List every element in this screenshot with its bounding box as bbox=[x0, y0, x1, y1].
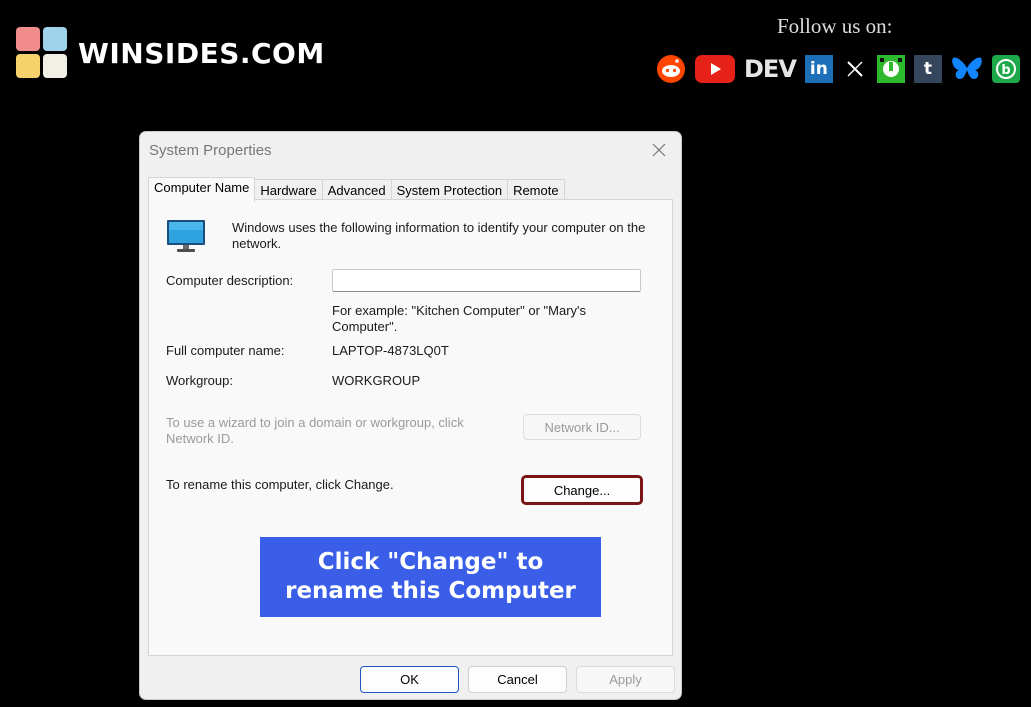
network-id-button[interactable]: Network ID... bbox=[523, 414, 641, 440]
dialog-title: System Properties bbox=[149, 142, 272, 159]
tab-advanced[interactable]: Advanced bbox=[321, 179, 392, 201]
screen: WINSIDES.COM Follow us on: DEV in t b Sy… bbox=[0, 0, 1031, 707]
dev-icon[interactable]: DEV bbox=[744, 54, 797, 84]
computer-description-input[interactable] bbox=[332, 269, 641, 292]
computer-description-label: Computer description: bbox=[166, 273, 294, 288]
linkedin-label: in bbox=[809, 59, 828, 79]
system-properties-dialog: System Properties Computer Name Hardware… bbox=[139, 131, 682, 700]
full-computer-name-value: LAPTOP-4873LQ0T bbox=[332, 343, 449, 358]
tab-strip: Computer Name Hardware Advanced System P… bbox=[148, 177, 565, 202]
tab-system-protection[interactable]: System Protection bbox=[390, 179, 509, 201]
computer-name-panel: Windows uses the following information t… bbox=[148, 199, 673, 656]
workgroup-label: Workgroup: bbox=[166, 373, 233, 388]
change-button[interactable]: Change... bbox=[521, 475, 643, 505]
svg-text:b: b bbox=[1001, 63, 1010, 78]
follow-label: Follow us on: bbox=[777, 14, 893, 38]
tumblr-icon[interactable]: t bbox=[913, 55, 942, 83]
example-text: For example: "Kitchen Computer" or "Mary… bbox=[332, 303, 587, 334]
logo-text: WINSIDES.COM bbox=[78, 36, 325, 70]
mastodon-icon[interactable] bbox=[876, 54, 905, 84]
computer-monitor-icon bbox=[166, 219, 206, 256]
cancel-button[interactable]: Cancel bbox=[468, 666, 567, 693]
tab-computer-name[interactable]: Computer Name bbox=[148, 177, 256, 202]
social-links: DEV in t b bbox=[656, 54, 1029, 84]
youtube-icon[interactable] bbox=[695, 54, 735, 84]
intro-text: Windows uses the following information t… bbox=[232, 220, 646, 251]
bluesky-icon[interactable] bbox=[951, 54, 983, 84]
tab-remote[interactable]: Remote bbox=[507, 179, 565, 201]
full-computer-name-label: Full computer name: bbox=[166, 343, 285, 358]
workgroup-value: WORKGROUP bbox=[332, 373, 421, 388]
x-icon[interactable] bbox=[842, 54, 868, 84]
linkedin-icon[interactable]: in bbox=[804, 55, 833, 83]
instruction-callout: Click "Change" to rename this Computer bbox=[260, 537, 601, 617]
bsky-b-icon[interactable]: b bbox=[991, 54, 1020, 84]
dev-label: DEV bbox=[744, 55, 797, 83]
wizard-text: To use a wizard to join a domain or work… bbox=[166, 415, 464, 446]
tab-hardware[interactable]: Hardware bbox=[254, 179, 323, 201]
tumblr-label: t bbox=[923, 59, 932, 79]
rename-text: To rename this computer, click Change. bbox=[166, 477, 394, 492]
logo-grid-icon bbox=[16, 27, 68, 79]
close-icon[interactable] bbox=[647, 138, 671, 162]
winsides-logo[interactable]: WINSIDES.COM bbox=[16, 27, 325, 79]
apply-button[interactable]: Apply bbox=[576, 666, 675, 693]
reddit-icon[interactable] bbox=[656, 54, 686, 84]
ok-button[interactable]: OK bbox=[360, 666, 459, 693]
